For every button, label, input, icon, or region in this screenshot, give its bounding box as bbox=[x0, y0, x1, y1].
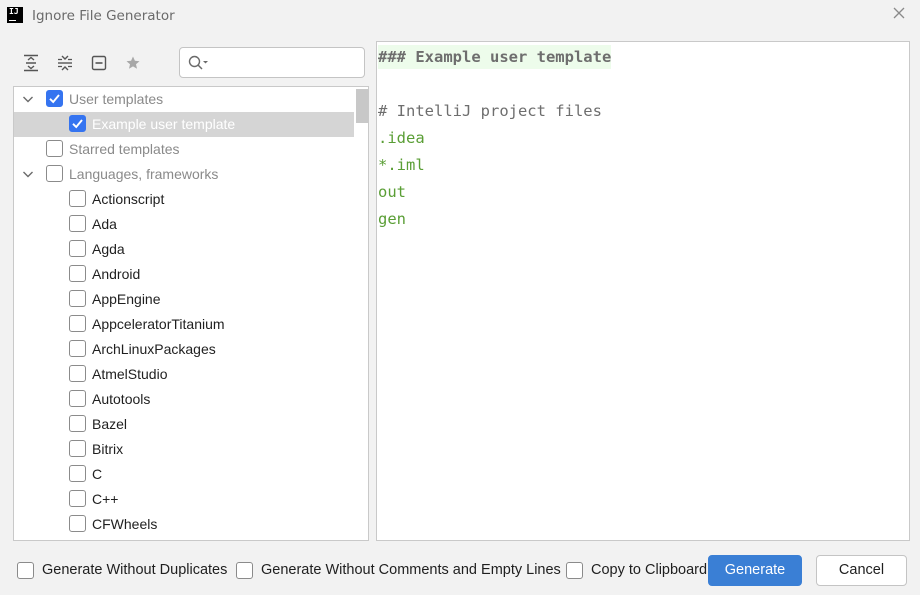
tree-row[interactable]: User templates bbox=[14, 87, 354, 112]
checkbox-label: Generate Without Duplicates bbox=[42, 562, 228, 578]
tree-checkbox[interactable] bbox=[69, 315, 86, 332]
tree-item-label: Bazel bbox=[92, 416, 128, 432]
tree-row[interactable]: C++ bbox=[14, 487, 354, 512]
expand-all-icon bbox=[24, 54, 38, 72]
tree-row[interactable]: Agda bbox=[14, 237, 354, 262]
tree-item-label: C++ bbox=[92, 491, 119, 507]
star-icon bbox=[126, 56, 140, 69]
tree-row[interactable]: CFWheels bbox=[14, 512, 354, 537]
code-line: .idea bbox=[378, 129, 425, 147]
collapse-all-button[interactable] bbox=[48, 49, 82, 77]
tree-item-label: User templates bbox=[69, 91, 164, 107]
remove-icon bbox=[91, 55, 107, 71]
tree-checkbox[interactable] bbox=[69, 515, 86, 532]
generate-without-duplicates-checkbox[interactable]: Generate Without Duplicates bbox=[17, 560, 227, 580]
tree-row[interactable]: Starred templates bbox=[14, 137, 354, 162]
tree-checkbox[interactable] bbox=[69, 415, 86, 432]
tree-row[interactable]: Languages, frameworks bbox=[14, 162, 354, 187]
star-button[interactable] bbox=[116, 49, 150, 77]
tree-checkbox[interactable] bbox=[69, 465, 86, 482]
tree-checkbox[interactable] bbox=[69, 365, 86, 382]
tree-checkbox[interactable] bbox=[69, 340, 86, 357]
tree-item-label: AppceleratorTitanium bbox=[92, 316, 225, 332]
generate-button[interactable]: Generate bbox=[708, 555, 802, 586]
tree-item-label: Languages, frameworks bbox=[69, 166, 219, 182]
tree-item-label: Example user template bbox=[92, 116, 236, 132]
tree-row[interactable]: Actionscript bbox=[14, 187, 354, 212]
tree-checkbox[interactable] bbox=[69, 215, 86, 232]
chevron-down-icon[interactable] bbox=[21, 167, 35, 181]
tree-item-label: Actionscript bbox=[92, 191, 165, 207]
chevron-down-icon[interactable] bbox=[21, 92, 35, 106]
tree-checkbox[interactable] bbox=[69, 440, 86, 457]
code-line: gen bbox=[378, 210, 406, 228]
tree-checkbox[interactable] bbox=[69, 190, 86, 207]
close-button[interactable] bbox=[890, 4, 908, 22]
tree-row[interactable]: Example user template bbox=[14, 112, 354, 137]
tree-item-label: AppEngine bbox=[92, 291, 161, 307]
tree-item-label: AtmelStudio bbox=[92, 366, 168, 382]
tree-item-label: Bitrix bbox=[92, 441, 124, 457]
tree-checkbox[interactable] bbox=[69, 290, 86, 307]
tree-item-label: Android bbox=[92, 266, 141, 282]
tree-row[interactable]: Autotools bbox=[14, 387, 354, 412]
tree-row[interactable]: Ada bbox=[14, 212, 354, 237]
tree-checkbox[interactable] bbox=[69, 115, 86, 132]
tree-row[interactable]: C bbox=[14, 462, 354, 487]
code-line: out bbox=[378, 183, 406, 201]
tree-item-label: ArchLinuxPackages bbox=[92, 341, 216, 357]
close-icon bbox=[893, 7, 905, 19]
code-line: # IntelliJ project files bbox=[378, 102, 602, 120]
tree-row[interactable]: AtmelStudio bbox=[14, 362, 354, 387]
tree-checkbox[interactable] bbox=[46, 165, 63, 182]
tree-item-label: CFWheels bbox=[92, 516, 158, 532]
tree-checkbox[interactable] bbox=[69, 265, 86, 282]
code-line: *.iml bbox=[378, 156, 425, 174]
tree-checkbox[interactable] bbox=[69, 240, 86, 257]
tree-item-label: C bbox=[92, 466, 103, 482]
tree-item-label: Autotools bbox=[92, 391, 151, 407]
tree-scrollbar[interactable] bbox=[355, 87, 368, 540]
tree-row[interactable]: Bazel bbox=[14, 412, 354, 437]
tree-toolbar bbox=[14, 48, 150, 78]
search-input[interactable] bbox=[214, 53, 354, 73]
tree-checkbox[interactable] bbox=[46, 90, 63, 107]
cancel-button[interactable]: Cancel bbox=[816, 555, 907, 586]
checkbox-box[interactable] bbox=[17, 561, 34, 579]
scrollbar-thumb[interactable] bbox=[356, 89, 368, 123]
intellij-logo-icon: IJ bbox=[7, 7, 23, 23]
search-icon bbox=[188, 55, 208, 70]
code-line: ### Example user template bbox=[378, 45, 612, 69]
preview-editor[interactable]: ### Example user template # IntelliJ proj… bbox=[376, 41, 910, 541]
tree-item-label: Starred templates bbox=[69, 141, 180, 157]
tree-row[interactable]: Android bbox=[14, 262, 354, 287]
title-bar: IJ Ignore File Generator bbox=[0, 0, 920, 32]
tree-row[interactable]: AppceleratorTitanium bbox=[14, 312, 354, 337]
checkbox-label: Copy to Clipboard bbox=[591, 562, 708, 578]
tree-row[interactable]: AppEngine bbox=[14, 287, 354, 312]
tree-checkbox[interactable] bbox=[46, 140, 63, 157]
tree-item-label: Agda bbox=[92, 241, 125, 257]
generate-without-comments-checkbox[interactable]: Generate Without Comments and Empty Line… bbox=[236, 560, 561, 580]
window-title: Ignore File Generator bbox=[32, 8, 175, 24]
tree-checkbox[interactable] bbox=[69, 390, 86, 407]
tree-item-label: Ada bbox=[92, 216, 117, 232]
checkbox-label: Generate Without Comments and Empty Line… bbox=[261, 562, 561, 578]
tree-row[interactable]: Bitrix bbox=[14, 437, 354, 462]
remove-button[interactable] bbox=[82, 49, 116, 77]
expand-all-button[interactable] bbox=[14, 49, 48, 77]
collapse-all-icon bbox=[58, 55, 72, 71]
template-tree[interactable]: User templates Example user template Starr… bbox=[13, 86, 369, 541]
search-field[interactable] bbox=[179, 47, 365, 78]
copy-to-clipboard-checkbox[interactable]: Copy to Clipboard bbox=[566, 560, 707, 580]
tree-row[interactable]: ArchLinuxPackages bbox=[14, 337, 354, 362]
tree-checkbox[interactable] bbox=[69, 490, 86, 507]
checkbox-box[interactable] bbox=[566, 561, 583, 579]
checkbox-box[interactable] bbox=[236, 561, 253, 579]
